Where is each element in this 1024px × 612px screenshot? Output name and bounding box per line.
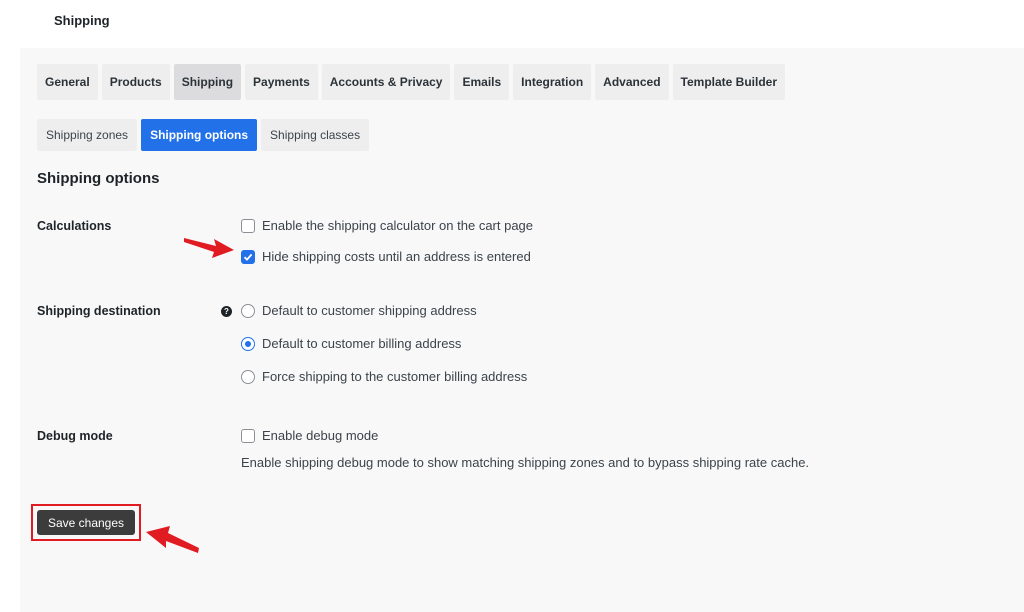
calculations-label: Calculations [37, 219, 112, 233]
dest-billing-address-option[interactable]: Default to customer billing address [241, 336, 461, 351]
dest-force-billing-label: Force shipping to the customer billing a… [262, 369, 528, 384]
sub-tabs: Shipping zones Shipping options Shipping… [37, 119, 370, 151]
help-icon[interactable]: ? [221, 306, 232, 317]
tab-emails[interactable]: Emails [454, 64, 510, 100]
tab-template-builder[interactable]: Template Builder [672, 64, 785, 100]
dest-shipping-address-radio[interactable] [241, 303, 255, 318]
tab-integration[interactable]: Integration [513, 64, 592, 100]
tab-payments[interactable]: Payments [245, 64, 318, 100]
arrow-annotation-icon [184, 238, 234, 258]
debug-mode-description: Enable shipping debug mode to show match… [241, 455, 810, 470]
arrow-annotation-icon [146, 526, 199, 553]
shipping-calculator-checkbox[interactable] [241, 218, 255, 233]
subtab-shipping-options[interactable]: Shipping options [141, 119, 258, 151]
main-tabs: General Products Shipping Payments Accou… [37, 64, 785, 100]
dest-shipping-address-option[interactable]: Default to customer shipping address [241, 303, 477, 318]
tab-accounts-privacy[interactable]: Accounts & Privacy [321, 64, 451, 100]
debug-mode-option-label: Enable debug mode [262, 428, 379, 443]
hide-costs-option[interactable]: Hide shipping costs until an address is … [241, 249, 531, 264]
tab-products[interactable]: Products [101, 64, 170, 100]
subtab-shipping-classes[interactable]: Shipping classes [261, 119, 370, 151]
shipping-calculator-option[interactable]: Enable the shipping calculator on the ca… [241, 218, 533, 233]
hide-costs-label: Hide shipping costs until an address is … [262, 249, 531, 264]
debug-mode-option[interactable]: Enable debug mode [241, 428, 378, 443]
debug-mode-checkbox[interactable] [241, 428, 255, 443]
section-title: Shipping options [37, 170, 160, 187]
tab-general[interactable]: General [37, 64, 98, 100]
tab-advanced[interactable]: Advanced [595, 64, 669, 100]
shipping-calculator-label: Enable the shipping calculator on the ca… [262, 218, 534, 233]
hide-costs-checkbox[interactable] [241, 249, 255, 264]
tab-shipping[interactable]: Shipping [173, 64, 242, 100]
dest-force-billing-option[interactable]: Force shipping to the customer billing a… [241, 369, 527, 384]
debug-mode-label: Debug mode [37, 429, 113, 443]
dest-shipping-address-label: Default to customer shipping address [262, 303, 477, 318]
dest-force-billing-radio[interactable] [241, 369, 255, 384]
dest-billing-address-label: Default to customer billing address [262, 336, 462, 351]
page-title: Shipping [54, 13, 110, 28]
subtab-shipping-zones[interactable]: Shipping zones [37, 119, 138, 151]
shipping-destination-label: Shipping destination [37, 304, 161, 318]
save-changes-button[interactable]: Save changes [37, 510, 135, 535]
dest-billing-address-radio[interactable] [241, 336, 255, 351]
